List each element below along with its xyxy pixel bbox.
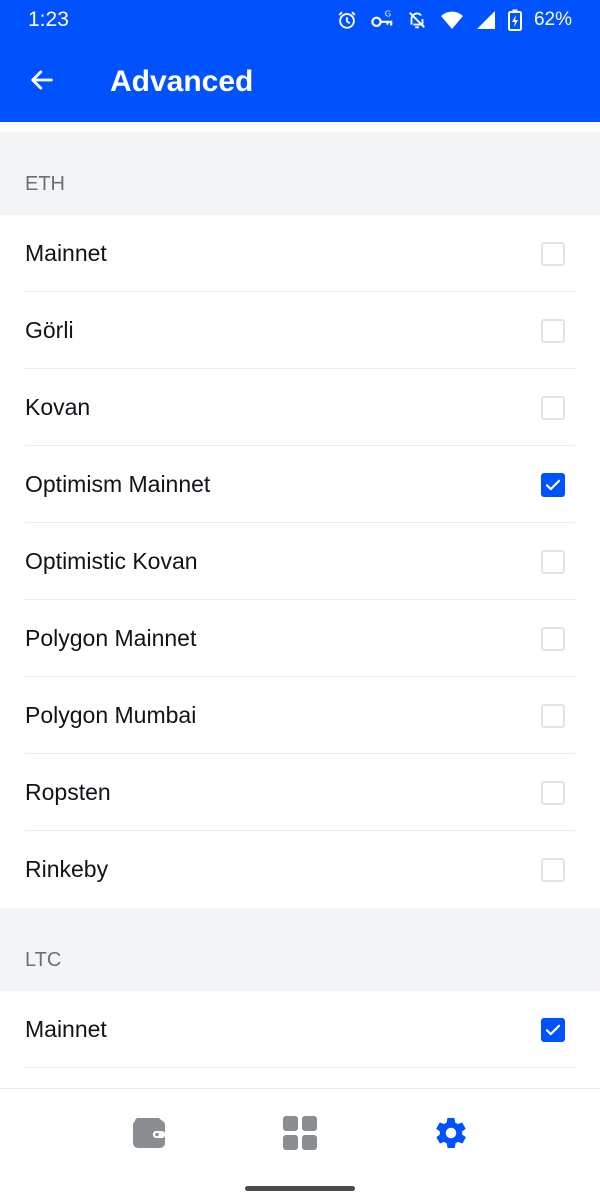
network-row-eth-ropsten[interactable]: Ropsten [0,754,600,831]
network-label: Rinkeby [25,856,109,882]
vpn-key-icon: G [370,9,394,31]
svg-text:G: G [385,9,391,18]
previous-list-bottom [0,122,600,132]
top-bar: 1:23 G 62% Advanced [0,0,600,122]
network-checkbox[interactable] [541,318,565,343]
battery-percent: 62% [533,9,572,30]
network-label: Görli [25,317,74,343]
network-checkbox[interactable] [541,549,565,574]
alarm-icon [336,9,358,31]
eth-network-list: Mainnet Görli Kovan Optimism Mainnet Opt… [0,215,600,908]
network-row-eth-polygon-mumbai[interactable]: Polygon Mumbai [0,677,600,754]
network-checkbox[interactable] [541,703,565,728]
network-checkbox[interactable] [541,395,565,420]
network-row-ltc-mainnet[interactable]: Mainnet [0,991,600,1068]
status-bar: 1:23 G 62% [0,0,600,40]
network-row-ltc-partial[interactable] [0,1068,600,1088]
wifi-icon [440,10,464,30]
checkmark-icon [545,479,561,490]
ltc-network-list: Mainnet [0,991,600,1088]
network-checkbox[interactable] [541,626,565,651]
signal-icon [476,10,496,30]
network-checkbox[interactable] [541,472,565,497]
bottom-navigation [0,1088,600,1200]
wallet-icon [131,1116,167,1155]
section-header-eth: ETH [0,132,600,215]
network-label: Optimism Mainnet [25,471,211,497]
nav-wallet[interactable] [127,1113,171,1157]
apps-grid-icon [282,1115,318,1156]
network-checkbox[interactable] [541,780,565,805]
network-row-eth-optimistic-kovan[interactable]: Optimistic Kovan [0,523,600,600]
network-row-eth-gorli[interactable]: Görli [0,292,600,369]
network-checkbox[interactable] [541,241,565,266]
network-label: Kovan [25,394,91,420]
network-label: Ropsten [25,779,111,805]
page-title: Advanced [110,65,254,98]
network-row-eth-polygon-mainnet[interactable]: Polygon Mainnet [0,600,600,677]
network-label: Optimistic Kovan [25,548,198,574]
settings-gear-icon [433,1115,469,1156]
nav-settings[interactable] [429,1113,473,1157]
network-label: Mainnet [25,1016,107,1042]
network-row-eth-kovan[interactable]: Kovan [0,369,600,446]
app-bar: Advanced [0,42,600,122]
network-checkbox[interactable] [541,1017,565,1042]
network-row-eth-mainnet[interactable]: Mainnet [0,215,600,292]
network-label: Polygon Mumbai [25,702,197,728]
notifications-off-icon [406,9,428,31]
nav-apps[interactable] [278,1113,322,1157]
network-label: Polygon Mainnet [25,625,197,651]
back-button[interactable] [0,42,84,122]
network-row-eth-rinkeby[interactable]: Rinkeby [0,831,600,908]
section-header-ltc: LTC [0,908,600,991]
settings-list[interactable]: ETH Mainnet Görli Kovan Optimism Mainnet… [0,122,600,1088]
checkmark-icon [545,1024,561,1035]
network-row-eth-optimism-mainnet[interactable]: Optimism Mainnet [0,446,600,523]
status-time: 1:23 [28,8,69,31]
arrow-back-icon [28,66,56,99]
status-icons: G 62% [336,9,572,31]
app-root: 1:23 G 62% Advanced ETH Mainnet Görli Ko… [0,0,600,1200]
home-indicator[interactable] [245,1186,355,1191]
network-label: Mainnet [25,240,107,266]
battery-charging-icon [507,9,522,31]
network-checkbox[interactable] [541,857,565,882]
